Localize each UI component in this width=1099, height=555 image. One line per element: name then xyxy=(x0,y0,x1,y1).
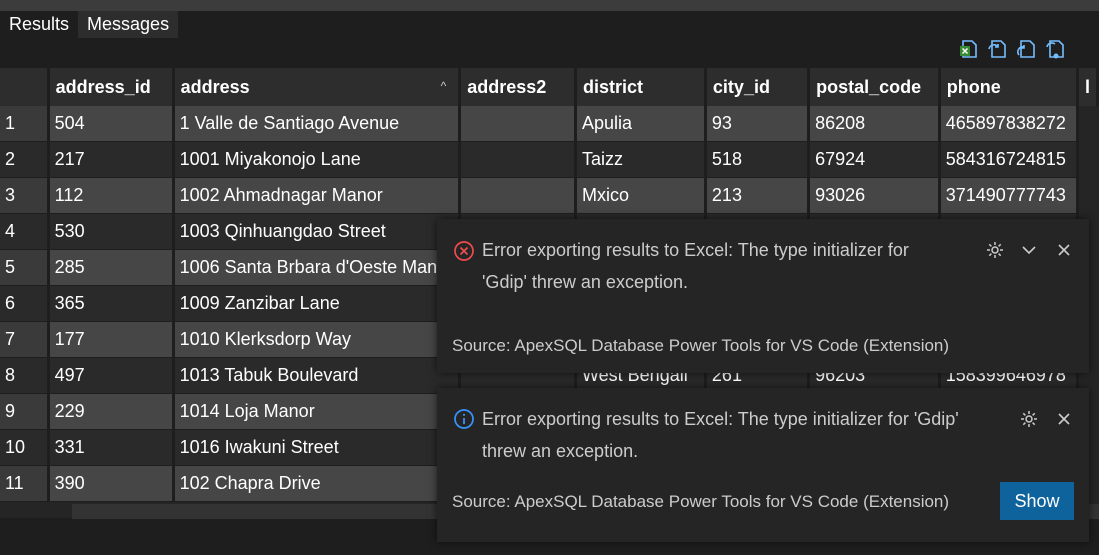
export-json-icon[interactable] xyxy=(1013,36,1041,62)
notification-source: Source: ApexSQL Database Power Tools for… xyxy=(452,336,950,355)
column-header-label: address xyxy=(180,76,250,97)
error-notification: Error exporting results to Excel: The ty… xyxy=(437,219,1089,373)
row-number[interactable]: 5 xyxy=(0,250,50,286)
table-cell[interactable]: 365 xyxy=(49,286,175,322)
column-header-address[interactable]: address ^ xyxy=(174,68,462,106)
table-cell[interactable] xyxy=(461,142,577,178)
table-cell[interactable]: 1002 Ahmadnagar Manor xyxy=(174,178,462,214)
column-header-postal-code[interactable]: postal_code xyxy=(810,68,941,106)
table-cell[interactable]: 93026 xyxy=(810,178,941,214)
chevron-down-icon[interactable] xyxy=(1017,238,1041,262)
table-cell[interactable]: Apulia xyxy=(576,106,707,142)
row-number[interactable]: 6 xyxy=(0,286,50,322)
table-cell[interactable]: 217 xyxy=(49,142,175,178)
export-toolbar xyxy=(955,36,1070,62)
row-number[interactable]: 2 xyxy=(0,142,50,178)
table-cell[interactable]: 1001 Miyakonojo Lane xyxy=(174,142,462,178)
table-cell[interactable]: 584316724815 xyxy=(940,142,1079,178)
table-cell[interactable]: 331 xyxy=(49,430,175,466)
show-button[interactable]: Show xyxy=(1000,482,1074,520)
row-number[interactable]: 10 xyxy=(0,430,50,466)
table-cell[interactable]: 530 xyxy=(49,214,175,250)
table-cell[interactable]: 497 xyxy=(49,358,175,394)
table-cell[interactable]: 1003 Qinhuangdao Street xyxy=(174,214,462,250)
column-header-truncated[interactable]: l xyxy=(1078,68,1099,106)
export-xml-icon[interactable] xyxy=(1042,36,1070,62)
table-cell[interactable]: 390 xyxy=(49,466,175,502)
table-cell[interactable] xyxy=(461,106,577,142)
row-number[interactable]: 9 xyxy=(0,394,50,430)
notification-message-line: threw an exception. xyxy=(482,441,639,461)
table-cell[interactable]: Mxico xyxy=(576,178,707,214)
table-cell[interactable]: 285 xyxy=(49,250,175,286)
column-header-district[interactable]: district xyxy=(576,68,707,106)
table-cell[interactable]: 177 xyxy=(49,322,175,358)
table-cell[interactable]: 371490777743 xyxy=(940,178,1079,214)
column-header-phone[interactable]: phone xyxy=(940,68,1079,106)
tab-messages[interactable]: Messages xyxy=(78,11,179,38)
column-header-city-id[interactable]: city_id xyxy=(706,68,811,106)
table-cell[interactable] xyxy=(461,178,577,214)
table-cell[interactable]: 86208 xyxy=(810,106,941,142)
sort-ascending-icon: ^ xyxy=(440,79,447,93)
table-cell[interactable]: Taizz xyxy=(576,142,707,178)
table-cell[interactable]: 102 Chapra Drive xyxy=(174,466,462,502)
table-cell[interactable]: 504 xyxy=(49,106,175,142)
table-cell[interactable]: 1013 Tabuk Boulevard xyxy=(174,358,462,394)
table-cell[interactable]: 1014 Loja Manor xyxy=(174,394,462,430)
table-cell[interactable]: 1010 Klerksdorp Way xyxy=(174,322,462,358)
table-cell[interactable]: 1006 Santa Brbara d'Oeste Manor xyxy=(174,250,462,286)
info-icon xyxy=(454,409,474,429)
table-cell[interactable]: 67924 xyxy=(810,142,941,178)
notification-source: Source: ApexSQL Database Power Tools for… xyxy=(452,492,950,511)
table-cell[interactable]: 112 xyxy=(49,178,175,214)
table-cell[interactable]: 213 xyxy=(706,178,811,214)
notification-message-line: 'Gdip' threw an exception. xyxy=(482,272,688,292)
gear-icon[interactable] xyxy=(983,238,1007,262)
table-row[interactable]: 3 112 1002 Ahmadnagar Manor Mxico 213 93026 37… xyxy=(0,178,1099,214)
tab-results[interactable]: Results xyxy=(0,11,79,38)
export-excel-icon[interactable] xyxy=(955,36,983,62)
table-cell[interactable]: 1009 Zanzibar Lane xyxy=(174,286,462,322)
table-row[interactable]: 1 504 1 Valle de Santiago Avenue Apulia 93 86… xyxy=(0,106,1099,142)
table-row[interactable]: 2 217 1001 Miyakonojo Lane Taizz 518 67924 584… xyxy=(0,142,1099,178)
table-cell[interactable]: 518 xyxy=(706,142,811,178)
notification-message-line: Error exporting results to Excel: The ty… xyxy=(482,409,959,429)
info-notification: Error exporting results to Excel: The ty… xyxy=(437,388,1089,542)
results-tabs: Results Messages xyxy=(0,11,179,38)
column-header-address-id[interactable]: address_id xyxy=(49,68,175,106)
table-cell[interactable]: 1 Valle de Santiago Avenue xyxy=(174,106,462,142)
row-number[interactable]: 8 xyxy=(0,358,50,394)
row-number[interactable]: 4 xyxy=(0,214,50,250)
gear-icon[interactable] xyxy=(1017,407,1041,431)
column-header-rownum xyxy=(0,68,50,106)
close-icon[interactable] xyxy=(1052,407,1076,431)
error-icon xyxy=(454,241,474,261)
row-number[interactable]: 1 xyxy=(0,106,50,142)
export-csv-icon[interactable] xyxy=(984,36,1012,62)
row-number[interactable]: 11 xyxy=(0,466,50,502)
table-cell[interactable]: 465897838272 xyxy=(940,106,1079,142)
table-cell[interactable]: 93 xyxy=(706,106,811,142)
row-number[interactable]: 7 xyxy=(0,322,50,358)
close-icon[interactable] xyxy=(1052,238,1076,262)
table-cell[interactable]: 1016 Iwakuni Street xyxy=(174,430,462,466)
table-cell[interactable]: 229 xyxy=(49,394,175,430)
column-header-address2[interactable]: address2 xyxy=(461,68,577,106)
row-number[interactable]: 3 xyxy=(0,178,50,214)
notification-message-line: Error exporting results to Excel: The ty… xyxy=(482,240,909,260)
header-row: address_id address ^ address2 district ci… xyxy=(0,68,1099,106)
top-bar xyxy=(0,0,1099,11)
